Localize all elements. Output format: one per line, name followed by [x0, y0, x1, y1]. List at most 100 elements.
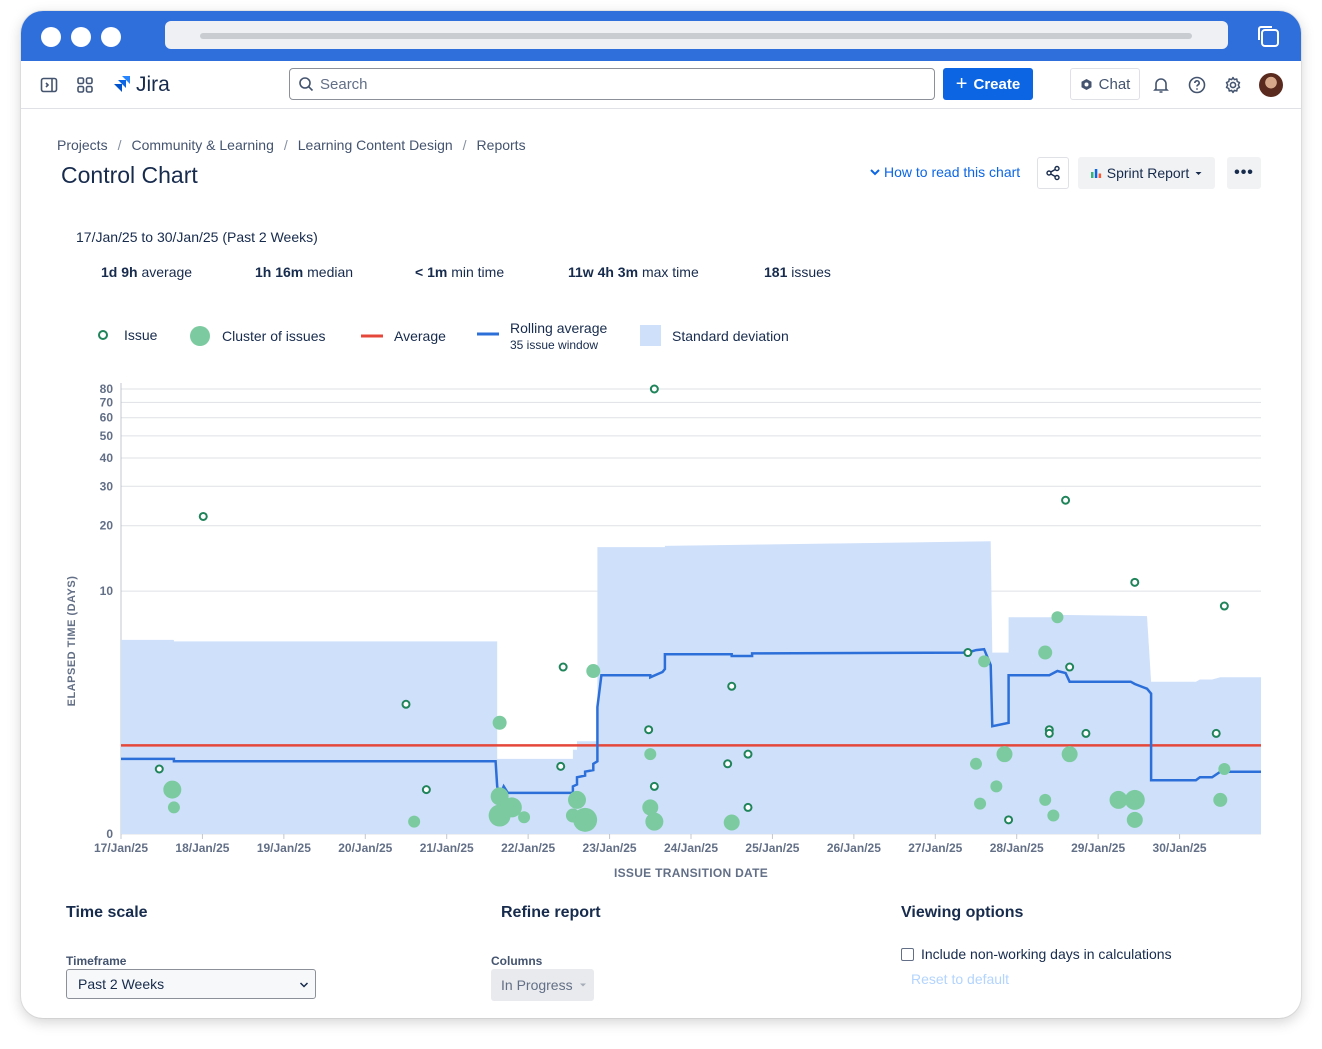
reset-to-default-link[interactable]: Reset to default: [911, 971, 1009, 987]
create-button[interactable]: + Create: [943, 68, 1033, 100]
notifications-icon[interactable]: [1151, 75, 1171, 95]
cluster-point[interactable]: [1218, 763, 1231, 776]
more-actions-button[interactable]: •••: [1227, 157, 1261, 189]
legend-cluster[interactable]: Cluster of issues: [189, 325, 325, 347]
cluster-point[interactable]: [723, 814, 740, 831]
breadcrumb-separator: /: [283, 137, 288, 153]
cluster-point[interactable]: [1213, 792, 1228, 807]
issue-point[interactable]: [649, 781, 659, 791]
cluster-point[interactable]: [970, 757, 982, 770]
settings-icon[interactable]: [1223, 75, 1243, 95]
issue-point[interactable]: [1004, 815, 1014, 825]
issue-point[interactable]: [154, 764, 164, 774]
user-avatar[interactable]: [1259, 73, 1283, 97]
cluster-point[interactable]: [1038, 645, 1053, 660]
cluster-point[interactable]: [1051, 611, 1064, 624]
share-icon: [1046, 165, 1060, 181]
issue-point[interactable]: [644, 725, 654, 735]
cluster-point[interactable]: [978, 655, 991, 668]
search-box[interactable]: [289, 68, 935, 100]
legend-average[interactable]: Average: [361, 328, 446, 344]
issue-point[interactable]: [556, 761, 566, 771]
cluster-point[interactable]: [1124, 789, 1145, 810]
app-switcher-icon[interactable]: [75, 75, 95, 95]
legend-average-label: Average: [394, 328, 446, 344]
window-minimize-dot[interactable]: [71, 27, 91, 47]
x-tick-label: 26/Jan/25: [827, 841, 881, 855]
breadcrumb-reports[interactable]: Reports: [477, 137, 526, 153]
issue-point[interactable]: [401, 699, 411, 709]
legend-rolling-average[interactable]: Rolling average 35 issue window: [477, 320, 607, 352]
app-name: Jira: [136, 73, 170, 96]
issue-point[interactable]: [1081, 728, 1091, 738]
cluster-point[interactable]: [568, 790, 586, 809]
cluster-point[interactable]: [1126, 811, 1143, 828]
x-tick-label: 17/Jan/25: [94, 841, 148, 855]
cluster-point[interactable]: [167, 801, 180, 814]
issue-point[interactable]: [421, 785, 431, 795]
issue-point[interactable]: [727, 681, 737, 691]
cluster-point[interactable]: [1061, 746, 1078, 763]
cluster-point[interactable]: [645, 812, 664, 831]
issue-point[interactable]: [1044, 728, 1054, 738]
cluster-point[interactable]: [586, 664, 601, 679]
chart-legend: Issue Cluster of issues Average Rolling …: [21, 316, 1301, 356]
x-tick-label: 25/Jan/25: [745, 841, 799, 855]
share-button[interactable]: [1037, 157, 1069, 189]
cluster-point[interactable]: [644, 748, 657, 761]
search-icon: [299, 77, 314, 92]
issue-point[interactable]: [723, 759, 733, 769]
average-line-icon: [361, 334, 383, 338]
jira-logo[interactable]: Jira: [112, 72, 170, 98]
issue-point[interactable]: [1211, 728, 1221, 738]
non-working-days-checkbox[interactable]: [901, 947, 914, 961]
cluster-point[interactable]: [163, 780, 182, 799]
how-to-read-link[interactable]: How to read this chart: [869, 164, 1020, 180]
cluster-point[interactable]: [990, 780, 1003, 793]
report-select[interactable]: Sprint Report: [1078, 157, 1215, 189]
cluster-point[interactable]: [565, 808, 580, 823]
chat-button[interactable]: Chat: [1070, 68, 1140, 100]
columns-value: In Progress: [501, 977, 573, 993]
breadcrumb-projects[interactable]: Projects: [57, 137, 108, 153]
issue-point[interactable]: [743, 802, 753, 812]
control-chart[interactable]: 0 10 20 30 40 50 60 7080 17/Jan/25 18/Jan/25 19/J…: [21, 371, 1301, 891]
help-icon[interactable]: [1187, 75, 1207, 95]
cluster-point[interactable]: [1039, 793, 1052, 806]
cluster-point[interactable]: [501, 797, 522, 818]
y-tick-label: 70: [100, 395, 114, 409]
issue-point[interactable]: [963, 648, 973, 658]
issue-point[interactable]: [198, 511, 208, 521]
window-close-dot[interactable]: [41, 27, 61, 47]
non-working-days-option[interactable]: Include non-working days in calculations: [901, 946, 1172, 962]
cluster-point[interactable]: [996, 746, 1013, 763]
address-bar[interactable]: [165, 21, 1228, 49]
cluster-point[interactable]: [974, 797, 987, 810]
columns-select[interactable]: In Progress: [491, 969, 594, 1001]
breadcrumb-learning-content-design[interactable]: Learning Content Design: [298, 137, 453, 153]
issue-point[interactable]: [1065, 662, 1075, 672]
timeframe-select[interactable]: Past 2 Weeks: [66, 969, 316, 999]
search-input[interactable]: [320, 75, 900, 93]
legend-std-dev[interactable]: Standard deviation: [640, 325, 789, 346]
issue-point[interactable]: [649, 384, 659, 394]
stat-value: 11w 4h 3m: [568, 264, 639, 280]
sidebar-toggle-icon[interactable]: [39, 75, 59, 95]
x-tick-label: 30/Jan/25: [1153, 841, 1207, 855]
issue-point[interactable]: [558, 662, 568, 672]
legend-issue[interactable]: Issue: [97, 327, 157, 343]
issue-point[interactable]: [1219, 601, 1229, 611]
issue-point[interactable]: [1061, 495, 1071, 505]
cluster-point[interactable]: [408, 815, 421, 828]
breadcrumb-community-learning[interactable]: Community & Learning: [131, 137, 273, 153]
tabs-overview-icon[interactable]: [1255, 23, 1281, 49]
x-tick-label: 29/Jan/25: [1071, 841, 1125, 855]
cluster-point[interactable]: [492, 715, 507, 730]
issue-point[interactable]: [1130, 577, 1140, 587]
y-tick-label: 50: [100, 429, 114, 443]
stat-min-time: < 1m min time: [415, 264, 504, 280]
issue-point[interactable]: [743, 749, 753, 759]
window-maximize-dot[interactable]: [101, 27, 121, 47]
x-tick-label: 18/Jan/25: [175, 841, 229, 855]
cluster-point[interactable]: [1047, 809, 1060, 822]
